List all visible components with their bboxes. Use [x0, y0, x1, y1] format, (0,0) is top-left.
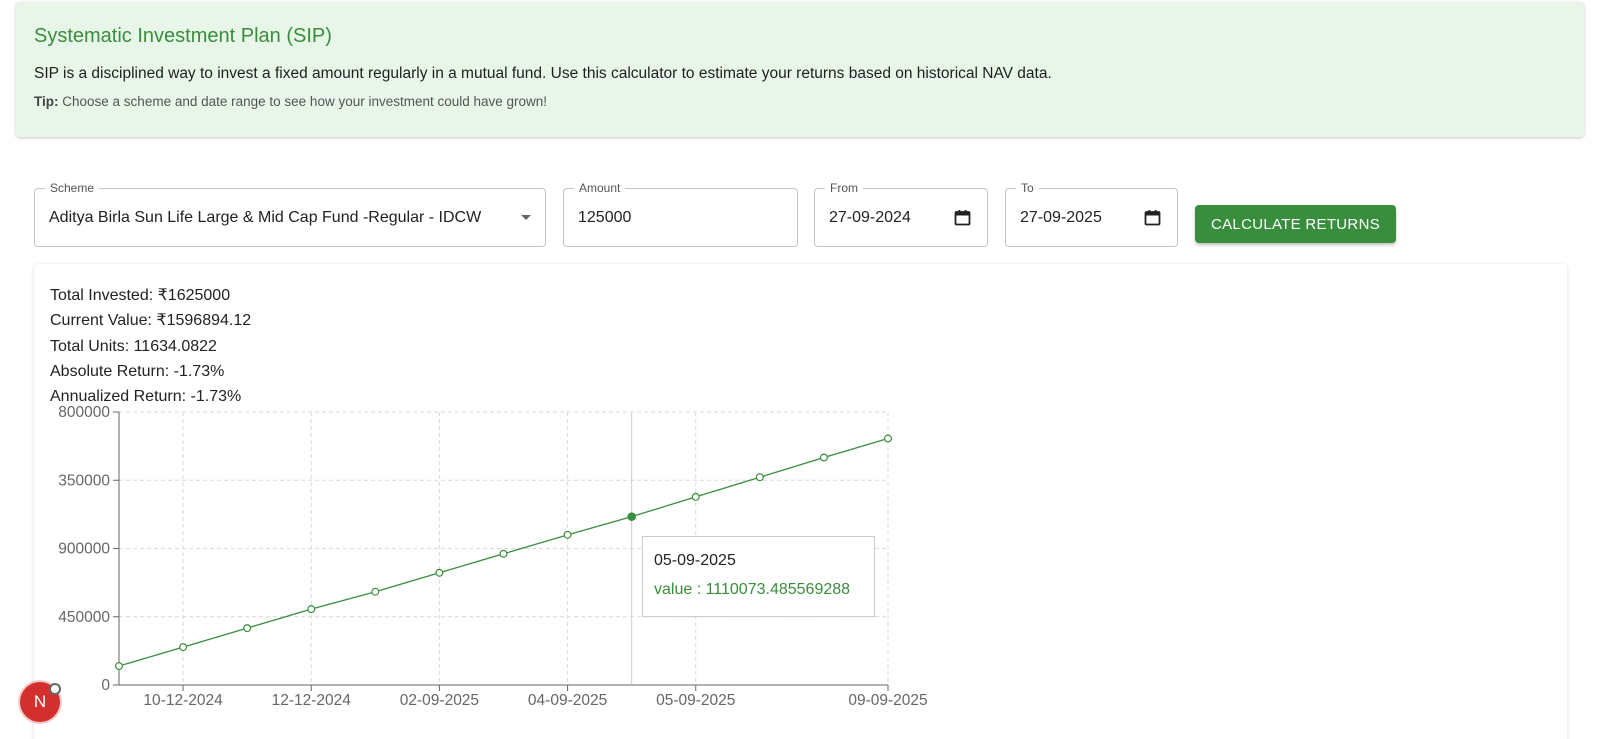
amount-value[interactable]: 125000	[578, 189, 631, 246]
current-value: Current Value: ₹1596894.12	[50, 312, 252, 330]
info-title: Systematic Investment Plan (SIP)	[34, 25, 332, 47]
tip-text: Choose a scheme and date range to see ho…	[62, 94, 548, 109]
from-date-value[interactable]: 27-09-2024	[829, 189, 911, 246]
info-description: SIP is a disciplined way to invest a fix…	[34, 65, 1052, 82]
total-units: Total Units: 11634.0822	[50, 337, 217, 355]
annualized-return: Annualized Return: -1.73%	[50, 388, 242, 406]
chart-tooltip: 05-09-2025 value : 1110073.485569288	[642, 536, 875, 617]
absolute-return: Absolute Return: -1.73%	[50, 362, 225, 380]
calendar-icon[interactable]	[1144, 209, 1161, 226]
to-date-field[interactable]: To 27-09-2025	[1005, 181, 1178, 247]
badge-status-dot	[49, 683, 61, 695]
info-tip: Tip: Choose a scheme and date range to s…	[34, 94, 1566, 109]
tooltip-date: 05-09-2025	[654, 552, 736, 569]
scheme-select[interactable]: Scheme Aditya Birla Sun Life Large & Mid…	[34, 181, 546, 247]
to-date-value[interactable]: 27-09-2025	[1020, 189, 1102, 246]
amount-field[interactable]: Amount 125000	[563, 181, 798, 247]
scheme-value: Aditya Birla Sun Life Large & Mid Cap Fu…	[49, 209, 482, 226]
sip-info-card: Systematic Investment Plan (SIP) SIP is …	[16, 2, 1584, 137]
dropdown-arrow-icon[interactable]	[521, 215, 531, 220]
tooltip-value: value : 1110073.485569288	[654, 581, 851, 598]
results-stats: Total Invested: ₹1625000 Current Value: …	[50, 283, 251, 409]
from-date-field[interactable]: From 27-09-2024	[814, 181, 988, 247]
total-invested: Total Invested: ₹1625000	[50, 287, 231, 304]
calculate-returns-button[interactable]: Calculate Returns	[1195, 205, 1396, 243]
tip-label: Tip:	[34, 94, 59, 109]
calendar-icon[interactable]	[954, 209, 971, 226]
results-card	[34, 264, 1567, 739]
